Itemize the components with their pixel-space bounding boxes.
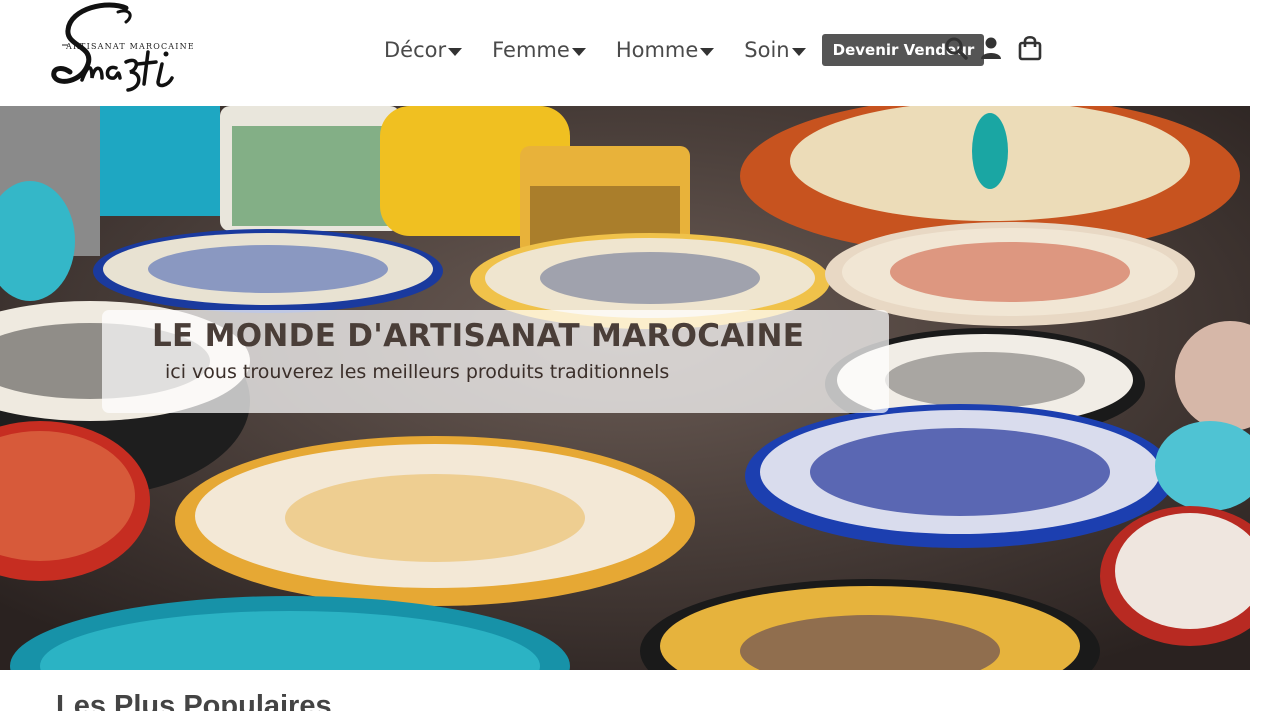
caret-down-icon: [448, 47, 463, 56]
caret-down-icon: [700, 47, 715, 56]
nav-item-soin[interactable]: Soin: [744, 38, 806, 62]
caret-down-icon: [791, 47, 806, 56]
shopping-bag-icon[interactable]: [1017, 35, 1043, 61]
caret-down-icon: [571, 47, 586, 56]
hero-title: LE MONDE D'ARTISANAT MAROCAINE: [152, 318, 805, 354]
nav-item-femme[interactable]: Femme: [492, 38, 586, 62]
hero-banner: LE MONDE D'ARTISANAT MAROCAINE ici vous …: [0, 106, 1250, 670]
section-title-popular: Les Plus Populaires: [56, 690, 332, 711]
nav-item-label: Femme: [492, 38, 570, 62]
user-icon[interactable]: [978, 35, 1004, 61]
site-header: ARTISANAT MAROCAINE Décor Femme Homme So…: [0, 0, 1265, 106]
nav-item-decor[interactable]: Décor: [384, 38, 463, 62]
site-logo[interactable]: ARTISANAT MAROCAINE: [48, 2, 194, 102]
logo-image: ARTISANAT MAROCAINE: [51, 2, 194, 92]
nav-item-homme[interactable]: Homme: [615, 38, 715, 62]
hero-subtitle: ici vous trouverez les meilleurs produit…: [165, 361, 670, 383]
hero-caption-box: LE MONDE D'ARTISANAT MAROCAINE ici vous …: [102, 310, 889, 413]
search-icon[interactable]: [943, 35, 969, 61]
nav-item-label: Homme: [615, 38, 699, 62]
main-nav: Décor Femme Homme Soin Devenir Vendeur: [384, 34, 985, 66]
nav-item-label: Décor: [384, 38, 447, 62]
nav-item-label: Soin: [744, 38, 790, 62]
